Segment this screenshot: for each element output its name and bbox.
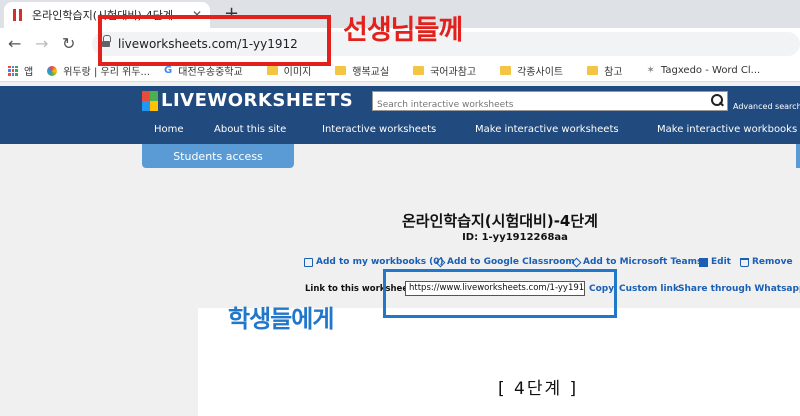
teacher-url-highlight [98, 15, 331, 66]
add-to-workbooks-link[interactable]: Add to my workbooks (0) [304, 257, 444, 267]
student-annotation: 학생들에게 [228, 305, 334, 333]
advanced-search-link[interactable]: Advanced search [733, 102, 800, 111]
bookmark-korean-ref[interactable]: 국어과참고 [413, 63, 476, 78]
folder-icon [413, 66, 425, 75]
back-arrow-icon[interactable]: ← [8, 34, 21, 53]
folder-icon [500, 66, 512, 75]
folder-icon [335, 66, 347, 75]
colorful-circle-icon [47, 65, 58, 76]
add-to-teams-link[interactable]: Add to Microsoft Teams [571, 257, 703, 267]
nav-make-worksheets[interactable]: Make interactive worksheets [475, 124, 619, 135]
site-header: LIVEWORKSHEETS Advanced search Home Abou… [0, 86, 800, 144]
add-to-classroom-link[interactable]: Add to Google Classroom [435, 257, 575, 267]
action-label: Add to Microsoft Teams [583, 257, 703, 267]
custom-link-button[interactable]: Custom link [619, 284, 679, 294]
student-link-highlight [383, 269, 617, 318]
search-input[interactable] [373, 96, 703, 114]
site-logo[interactable]: LIVEWORKSHEETS [142, 90, 353, 111]
folder-icon [266, 66, 278, 75]
book-icon [304, 257, 313, 267]
action-label: Add to my workbooks (0) [316, 257, 444, 267]
bookmark-happy-class[interactable]: 행복교실 [335, 63, 389, 78]
google-icon: G [164, 65, 173, 76]
tagxedo-icon: ✶ [646, 65, 655, 76]
apps-grid-icon [8, 65, 18, 76]
edit-icon [699, 257, 708, 267]
edit-link[interactable]: Edit [699, 257, 731, 267]
share-whatsapp-link[interactable]: Share through Whatsapp [678, 284, 800, 294]
students-access-button[interactable]: Students access [142, 144, 294, 168]
bookmark-apps[interactable]: 앱 [8, 63, 33, 78]
reload-icon[interactable]: ↻ [62, 34, 75, 53]
live-logo-icon [142, 90, 158, 111]
nav-about[interactable]: About this site [214, 124, 286, 135]
nav-interactive-worksheets[interactable]: Interactive worksheets [322, 124, 436, 135]
liveworksheets-favicon-icon [12, 9, 24, 21]
side-tab[interactable] [796, 144, 800, 168]
action-label: Edit [711, 257, 731, 267]
bookmark-label: 참고 [604, 67, 623, 78]
worksheet-title: 온라인학습지(시험대비)-4단계 [402, 212, 598, 230]
diamond-icon [435, 257, 446, 267]
bookmark-label: 국어과참고 [430, 67, 477, 78]
forward-arrow-icon[interactable]: → [35, 34, 48, 53]
bookmark-reference[interactable]: 참고 [587, 63, 623, 78]
search-icon[interactable] [711, 94, 723, 106]
nav-make-workbooks[interactable]: Make interactive workbooks [657, 124, 797, 135]
bookmark-tagxedo[interactable]: ✶ Tagxedo - Word Cl... [647, 65, 761, 76]
nav-home[interactable]: Home [154, 124, 184, 135]
action-label: Remove [752, 257, 793, 267]
diamond-icon [571, 257, 582, 267]
logo-text: LIVEWORKSHEETS [161, 90, 354, 111]
worksheet-heading: [ 4단계 ] [498, 379, 579, 399]
trash-icon [740, 257, 749, 267]
worksheet-id: ID: 1-yy1912268aa [462, 232, 568, 243]
bookmark-label: 각종사이트 [517, 67, 564, 78]
folder-icon [587, 66, 599, 75]
site-search[interactable] [372, 91, 728, 114]
teacher-annotation: 선생님들께 [343, 15, 463, 46]
bookmark-label: Tagxedo - Word Cl... [660, 65, 761, 76]
bookmark-sites[interactable]: 각종사이트 [500, 63, 563, 78]
remove-link[interactable]: Remove [740, 257, 793, 267]
bookmark-label: 행복교실 [352, 67, 390, 78]
bookmark-label: 앱 [24, 67, 34, 78]
action-label: Add to Google Classroom [447, 257, 575, 267]
